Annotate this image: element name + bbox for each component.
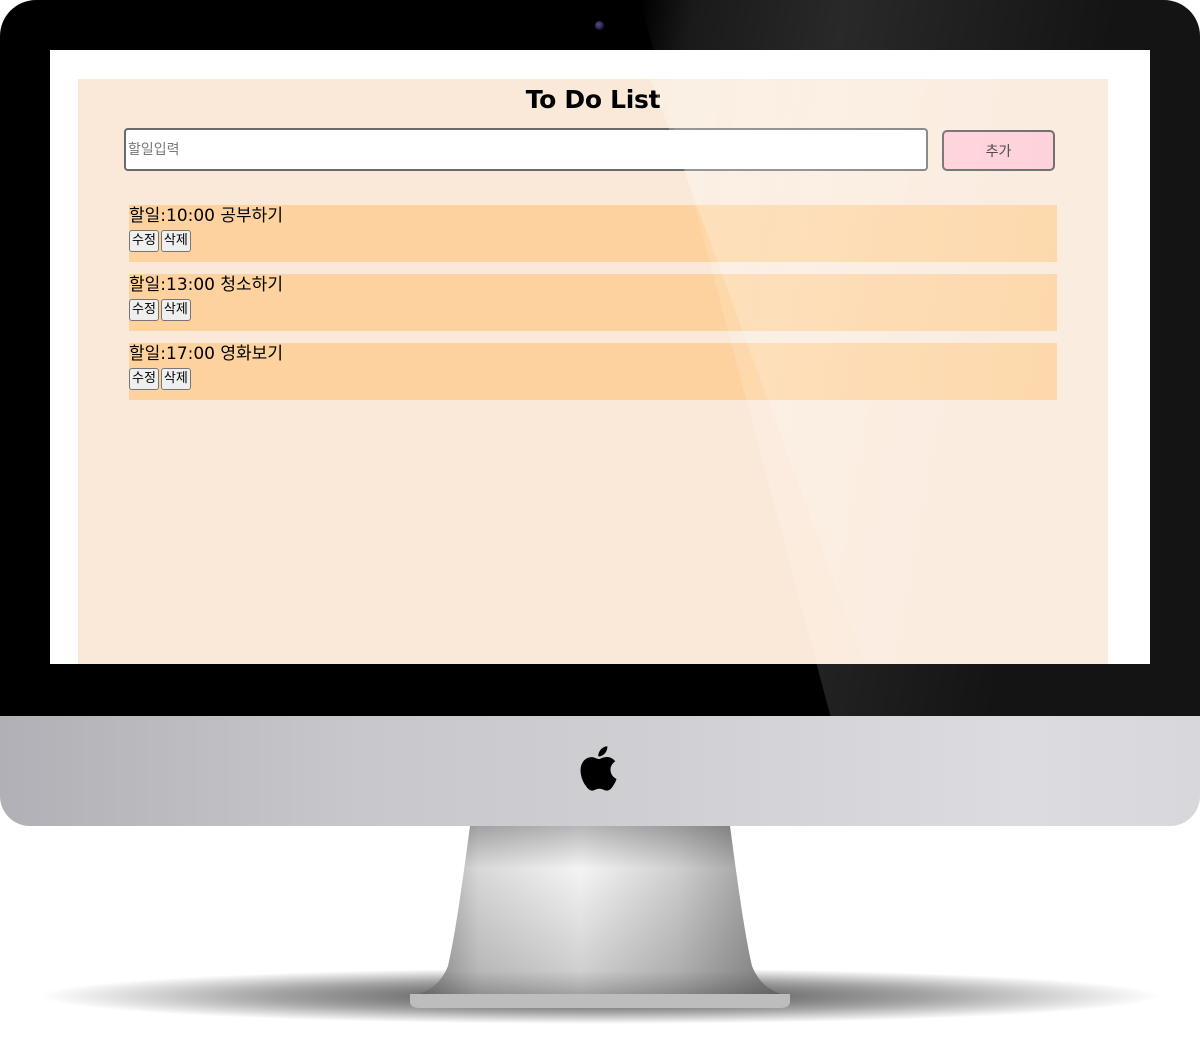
edit-button[interactable]: 수정 <box>129 230 159 252</box>
todo-item: 할일:10:00 공부하기 수정 삭제 <box>129 205 1057 262</box>
delete-button[interactable]: 삭제 <box>160 368 191 390</box>
camera-icon <box>595 21 604 30</box>
apple-logo-icon <box>580 746 617 791</box>
todo-app: To Do List 추가 할일:10:00 공부하기 수정 삭제 할일:13:… <box>78 79 1108 664</box>
todo-actions: 수정 삭제 <box>129 368 1057 390</box>
delete-button[interactable]: 삭제 <box>160 299 191 321</box>
edit-button[interactable]: 수정 <box>129 368 159 390</box>
delete-button[interactable]: 삭제 <box>160 230 191 252</box>
edit-button[interactable]: 수정 <box>129 299 159 321</box>
todo-input[interactable] <box>124 128 928 171</box>
monitor-screen: To Do List 추가 할일:10:00 공부하기 수정 삭제 할일:13:… <box>50 50 1150 664</box>
add-button[interactable]: 추가 <box>942 130 1055 171</box>
monitor-mockup: To Do List 추가 할일:10:00 공부하기 수정 삭제 할일:13:… <box>0 0 1200 1042</box>
todo-actions: 수정 삭제 <box>129 299 1057 321</box>
todo-item: 할일:13:00 청소하기 수정 삭제 <box>129 274 1057 331</box>
monitor-chin <box>0 716 1200 826</box>
todo-item: 할일:17:00 영화보기 수정 삭제 <box>129 343 1057 400</box>
todo-text: 할일:13:00 청소하기 <box>129 275 283 295</box>
monitor-stand <box>40 826 1160 1024</box>
page-title: To Do List <box>525 85 661 114</box>
todo-actions: 수정 삭제 <box>129 230 1057 252</box>
todo-text: 할일:17:00 영화보기 <box>129 344 283 364</box>
todo-text: 할일:10:00 공부하기 <box>129 206 283 226</box>
todo-list: 할일:10:00 공부하기 수정 삭제 할일:13:00 청소하기 수정 삭제 … <box>129 205 1057 412</box>
